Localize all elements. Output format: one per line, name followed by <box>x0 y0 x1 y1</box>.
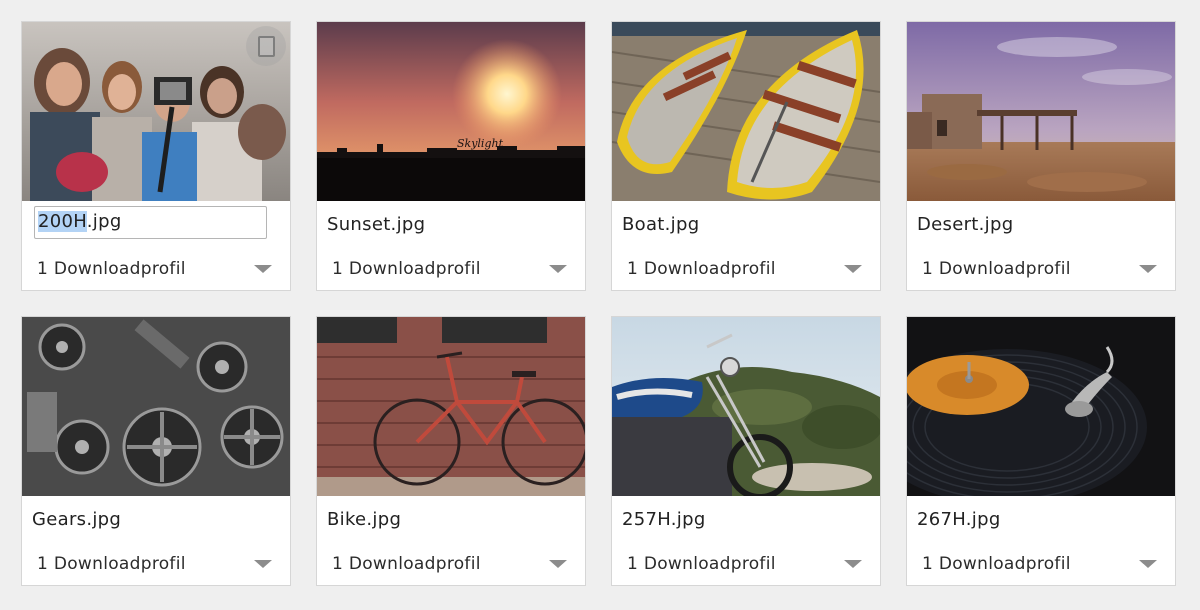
photo-sunset: Skylight <box>317 22 585 201</box>
download-profile-select[interactable]: 1 Downloadprofil <box>317 547 585 579</box>
download-profile-select[interactable]: 1 Downloadprofil <box>22 547 290 579</box>
filename-label[interactable]: 267H.jpg <box>917 510 1001 530</box>
asset-thumbnail[interactable] <box>612 317 880 496</box>
filename-label[interactable]: Sunset.jpg <box>327 215 425 235</box>
asset-card[interactable]: Skylight Sunset.jpg 1 Downloadprofil <box>316 21 586 291</box>
chevron-down-icon[interactable] <box>254 265 272 273</box>
asset-grid: 200H.jpg 1 Downloadprofil Skylight Sunse… <box>21 21 1176 586</box>
chevron-down-icon[interactable] <box>549 560 567 568</box>
chevron-down-icon[interactable] <box>844 265 862 273</box>
asset-thumbnail[interactable] <box>22 22 290 201</box>
asset-thumbnail[interactable] <box>907 22 1175 201</box>
filename-text: .jpg <box>86 211 122 232</box>
asset-card[interactable]: Boat.jpg 1 Downloadprofil <box>611 21 881 291</box>
asset-card[interactable]: Desert.jpg 1 Downloadprofil <box>906 21 1176 291</box>
select-checkbox-icon[interactable] <box>246 26 286 66</box>
chevron-down-icon[interactable] <box>1139 265 1157 273</box>
download-profile-label: 1 Downloadprofil <box>922 554 1071 574</box>
sunset-image-text: Skylight <box>457 137 504 150</box>
download-profile-label: 1 Downloadprofil <box>37 554 186 574</box>
asset-card[interactable]: Bike.jpg 1 Downloadprofil <box>316 316 586 586</box>
chevron-down-icon[interactable] <box>1139 560 1157 568</box>
filename-label[interactable]: Gears.jpg <box>32 510 121 530</box>
download-profile-label: 1 Downloadprofil <box>627 554 776 574</box>
asset-card[interactable]: 257H.jpg 1 Downloadprofil <box>611 316 881 586</box>
asset-card[interactable]: 267H.jpg 1 Downloadprofil <box>906 316 1176 586</box>
download-profile-label: 1 Downloadprofil <box>922 259 1071 279</box>
filename-selected-text: 200H <box>38 211 87 232</box>
download-profile-label: 1 Downloadprofil <box>332 554 481 574</box>
download-profile-label: 1 Downloadprofil <box>37 259 186 279</box>
download-profile-label: 1 Downloadprofil <box>332 259 481 279</box>
asset-thumbnail[interactable] <box>317 317 585 496</box>
chevron-down-icon[interactable] <box>254 560 272 568</box>
asset-card[interactable]: Gears.jpg 1 Downloadprofil <box>21 316 291 586</box>
download-profile-label: 1 Downloadprofil <box>627 259 776 279</box>
asset-thumbnail[interactable] <box>907 317 1175 496</box>
photo-bike <box>317 317 585 496</box>
photo-motorcycle <box>612 317 880 496</box>
chevron-down-icon[interactable] <box>844 560 862 568</box>
download-profile-select[interactable]: 1 Downloadprofil <box>22 252 290 284</box>
asset-thumbnail[interactable] <box>22 317 290 496</box>
download-profile-select[interactable]: 1 Downloadprofil <box>907 547 1175 579</box>
filename-label[interactable]: 257H.jpg <box>622 510 706 530</box>
photo-gears <box>22 317 290 496</box>
photo-desert <box>907 22 1175 201</box>
chevron-down-icon[interactable] <box>549 265 567 273</box>
asset-card[interactable]: 200H.jpg 1 Downloadprofil <box>21 21 291 291</box>
filename-label[interactable]: Desert.jpg <box>917 215 1013 235</box>
download-profile-select[interactable]: 1 Downloadprofil <box>907 252 1175 284</box>
asset-thumbnail[interactable] <box>612 22 880 201</box>
filename-input[interactable]: 200H.jpg <box>34 206 267 239</box>
photo-boats <box>612 22 880 201</box>
filename-label[interactable]: Bike.jpg <box>327 510 401 530</box>
download-profile-select[interactable]: 1 Downloadprofil <box>612 252 880 284</box>
asset-thumbnail[interactable]: Skylight <box>317 22 585 201</box>
filename-label[interactable]: Boat.jpg <box>622 215 699 235</box>
photo-vinyl-record <box>907 317 1175 496</box>
download-profile-select[interactable]: 1 Downloadprofil <box>317 252 585 284</box>
download-profile-select[interactable]: 1 Downloadprofil <box>612 547 880 579</box>
